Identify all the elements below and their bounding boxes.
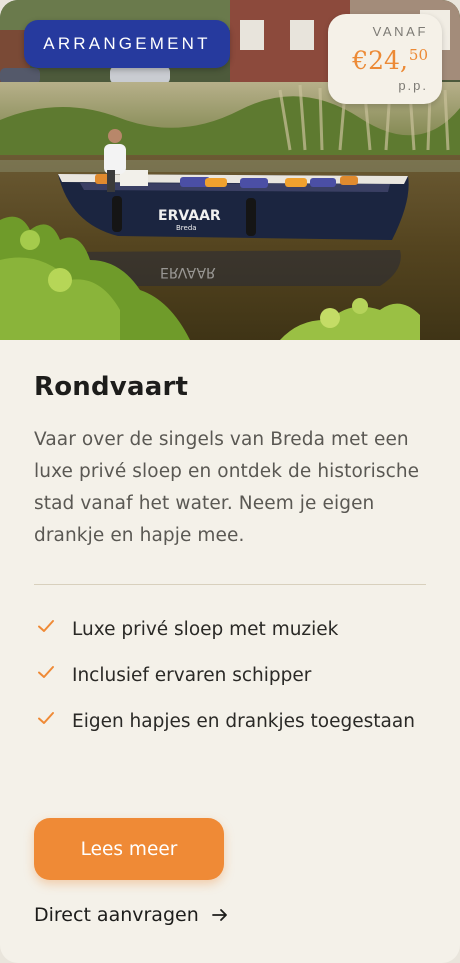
divider xyxy=(34,584,426,585)
price-cents: 50 xyxy=(408,46,428,64)
feature-item: Luxe privé sloep met muziek xyxy=(34,612,434,648)
card-description: Vaar over de singels van Breda met een l… xyxy=(34,429,420,546)
price-unit: p.p. xyxy=(398,78,428,93)
feature-item: Inclusief ervaren schipper xyxy=(34,658,434,694)
direct-aanvragen-label: Direct aanvragen xyxy=(34,904,199,926)
price-prefix: VANAF xyxy=(372,24,428,39)
svg-text:ERVAAR: ERVAAR xyxy=(160,264,216,280)
arrow-right-icon xyxy=(211,909,227,921)
hero-image: ERVAAR ERVAAR Breda ARRANGEMENT VANAF €2… xyxy=(0,0,460,340)
price-euros: €24, xyxy=(352,46,408,75)
boat-subname: Breda xyxy=(176,224,197,232)
lees-meer-button[interactable]: Lees meer xyxy=(34,818,224,880)
price-amount: €24,50 xyxy=(328,40,428,76)
check-icon xyxy=(38,666,54,678)
feature-label: Eigen hapjes en drankjes toegestaan xyxy=(72,711,415,732)
arrangement-card: ERVAAR ERVAAR Breda ARRANGEMENT VANAF €2… xyxy=(0,0,460,963)
feature-item: Eigen hapjes en drankjes toegestaan xyxy=(34,704,434,740)
arrangement-badge: ARRANGEMENT xyxy=(24,20,230,68)
feature-list: Luxe privé sloep met muziek Inclusief er… xyxy=(34,612,434,750)
boat-name: ERVAAR xyxy=(158,208,221,224)
direct-aanvragen-link[interactable]: Direct aanvragen xyxy=(34,904,229,926)
feature-label: Luxe privé sloep met muziek xyxy=(72,619,339,640)
check-icon xyxy=(38,712,54,724)
check-icon xyxy=(38,620,54,632)
card-title: Rondvaart xyxy=(34,372,189,402)
price-box: VANAF €24,50 p.p. xyxy=(328,14,442,104)
feature-label: Inclusief ervaren schipper xyxy=(72,665,312,686)
